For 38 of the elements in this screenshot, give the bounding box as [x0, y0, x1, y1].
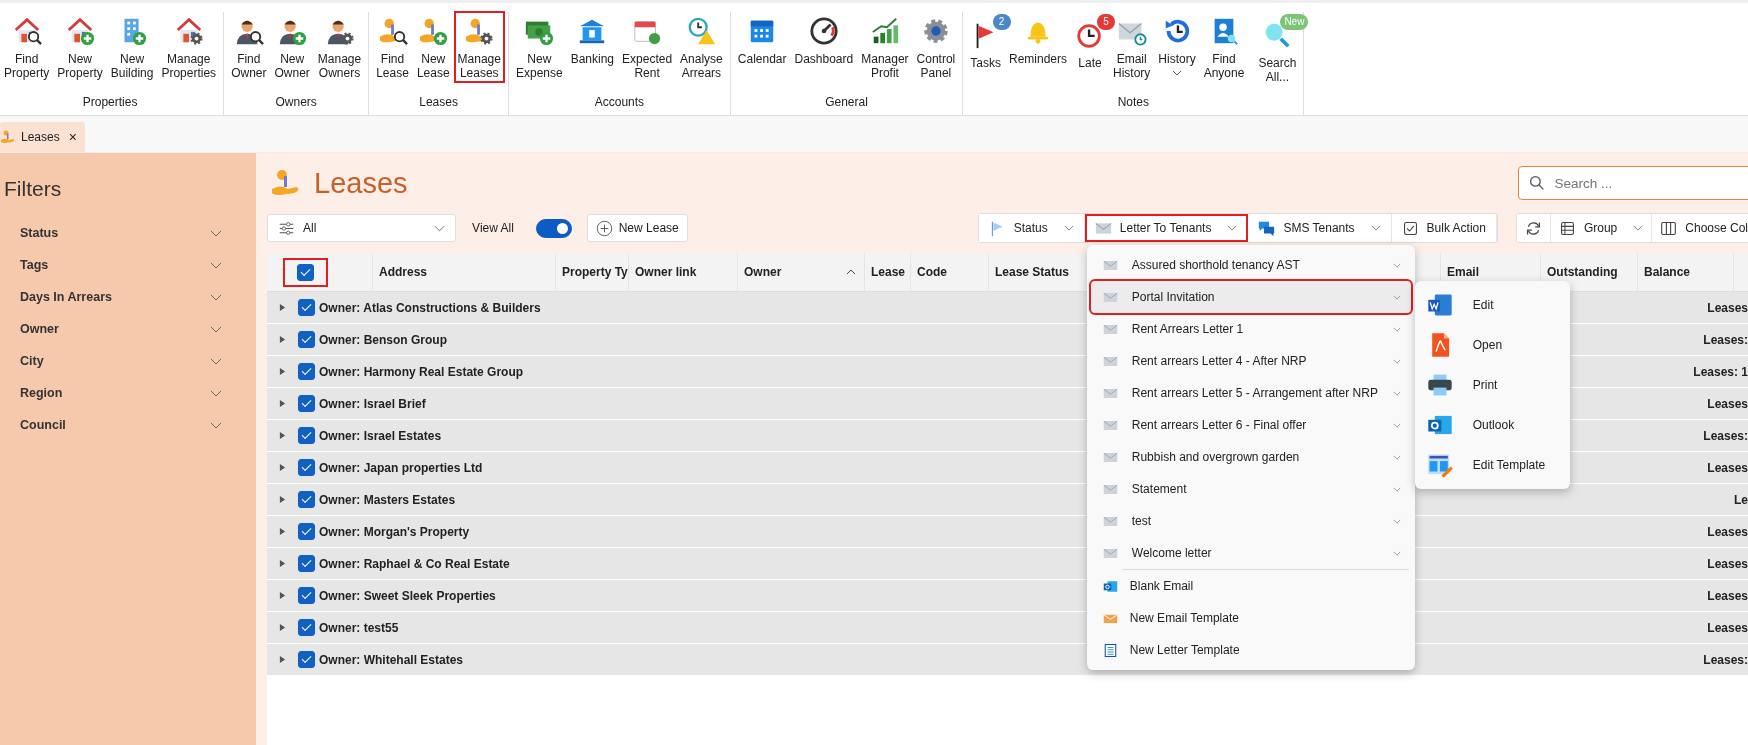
group-summary: Leases — [1707, 620, 1748, 635]
group-label: Accounts — [593, 94, 646, 111]
group-label: Owner: Benson Group — [319, 332, 447, 347]
sidebar-title: Filters — [3, 176, 63, 202]
group-summary: Leases — [1707, 396, 1748, 411]
group-summary: Leases: 1 — [1693, 364, 1748, 379]
group-label: Owner: Morgan's Property — [319, 524, 470, 539]
group-label: Owner: Harmony Real Estate Group — [319, 364, 524, 379]
group-summary: Leases — [1707, 460, 1748, 475]
group-label: General — [824, 94, 869, 111]
group-label: Owner: Whitehall Estates — [319, 652, 464, 667]
group-summary: Leases — [1707, 300, 1748, 315]
group-summary: Leases: — [1703, 652, 1748, 667]
notification-badge: New — [1280, 14, 1309, 30]
group-label: Owner: Atlas Constructions & Builders — [319, 300, 541, 315]
group-summary: Le — [1734, 492, 1748, 507]
group-label: Owner: test55 — [319, 620, 399, 635]
group-label: Owner: Masters Estates — [319, 492, 456, 507]
group-label: Owner: Israel Estates — [319, 428, 442, 443]
group-summary: Leases: — [1703, 332, 1748, 347]
group-label: Leases — [418, 94, 459, 111]
group-label: Notes — [1116, 94, 1151, 111]
group-summary: Leases — [1707, 588, 1748, 603]
group-label: Owner: Japan properties Ltd — [319, 460, 483, 475]
toggle-label: View All — [472, 221, 514, 235]
group-label: Owners — [274, 94, 318, 111]
group-label: Owner: Sweet Sleek Properties — [319, 588, 496, 603]
group-summary: Leases — [1707, 556, 1748, 571]
page-title: Leases — [314, 166, 408, 200]
group-label: Properties — [81, 94, 139, 111]
group-label: Owner: Raphael & Co Real Estate — [319, 556, 510, 571]
group-label: Owner: Israel Brief — [319, 396, 426, 411]
group-summary: Leases: — [1703, 428, 1748, 443]
group-summary: Leases — [1707, 524, 1748, 539]
tab-label: Leases — [21, 130, 60, 144]
notification-badge: 2 — [992, 14, 1011, 30]
notification-badge: 5 — [1097, 14, 1115, 30]
filter-value: All — [303, 221, 317, 235]
